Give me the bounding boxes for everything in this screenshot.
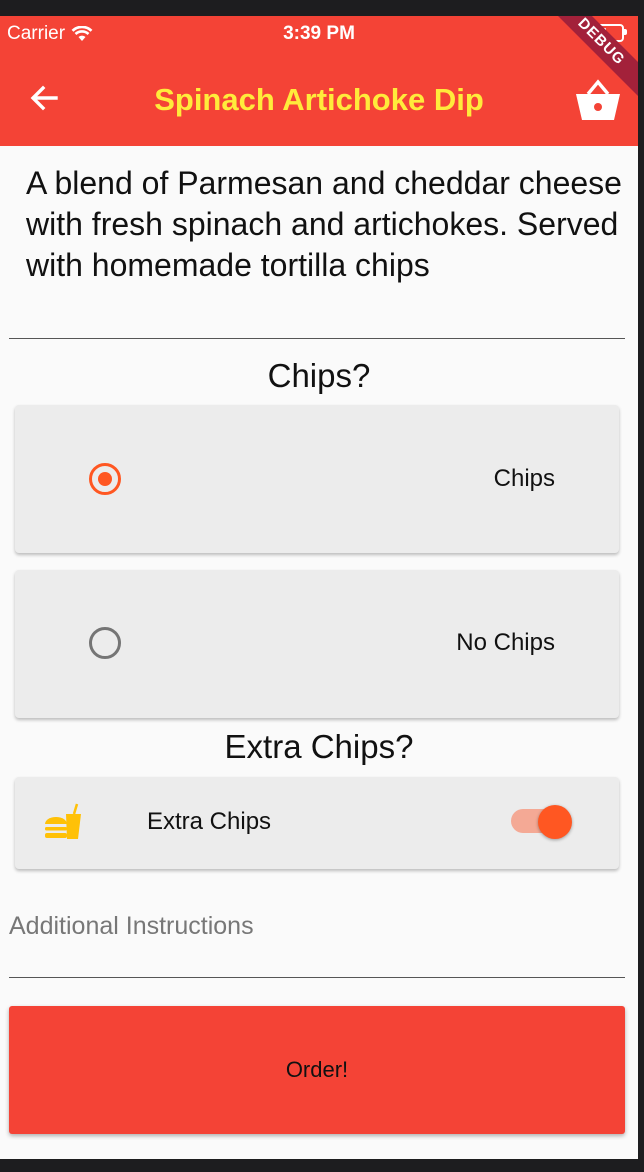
order-button[interactable]: Order! [9,1006,625,1134]
extra-chips-section-title: Extra Chips? [224,728,414,765]
order-button-label: Order! [285,1057,349,1082]
item-description: A blend of Parmesan and cheddar cheese w… [26,165,622,283]
extra-chips-label: Extra Chips [147,808,272,835]
app-screen: Carrier 3:39 PM Spinach Artichoke Dip DE… [0,16,638,1159]
clock: 3:39 PM [283,23,355,44]
chips-option-card[interactable]: Chips [15,405,619,553]
extra-chips-switch-thumb[interactable] [538,805,572,839]
chips-radio-selected[interactable] [89,463,121,495]
no-chips-option-card[interactable]: No Chips [15,570,619,718]
description-divider [9,338,625,339]
chips-option-label: Chips [493,465,555,492]
additional-instructions-field[interactable]: Additional Instructions [9,909,625,977]
status-bar: Carrier 3:39 PM [0,16,638,52]
additional-instructions-placeholder: Additional Instructions [9,912,254,940]
app-bar: Carrier 3:39 PM Spinach Artichoke Dip DE… [0,16,638,146]
no-chips-option-label: No Chips [456,629,555,656]
instructions-underline [9,977,625,978]
shopping-basket-icon[interactable] [574,78,622,122]
fastfood-icon [45,803,81,839]
no-chips-radio[interactable] [89,627,121,659]
page-title: Spinach Artichoke Dip [154,82,484,117]
chips-section-title: Chips? [267,357,371,394]
extra-chips-card[interactable]: Extra Chips [15,777,619,869]
